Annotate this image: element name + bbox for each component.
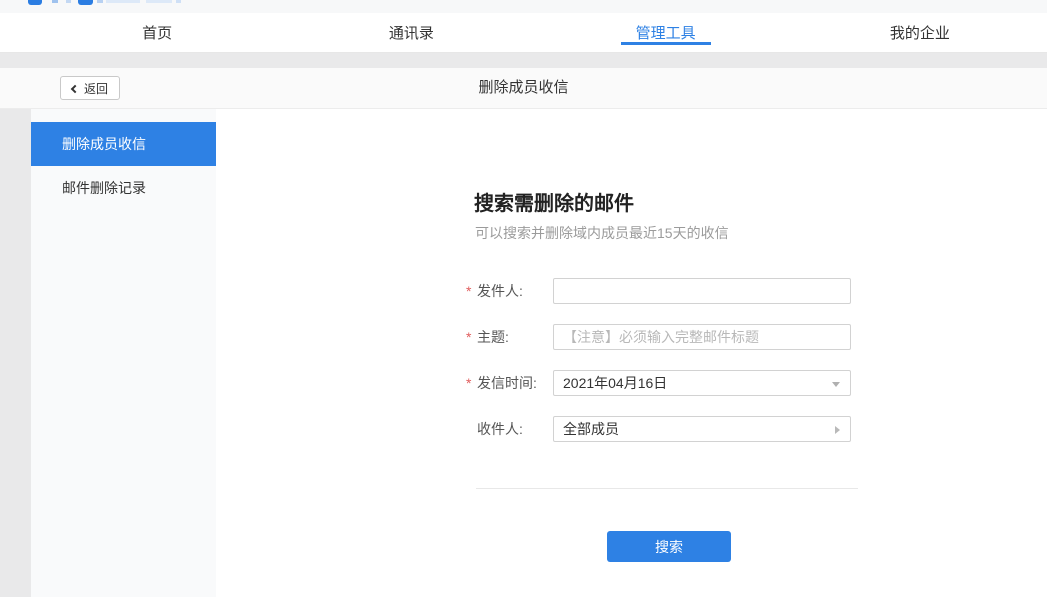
field-label-text: 收件人: [477,419,523,439]
field-label-text: 主题: [477,327,509,347]
nav-tab-label: 首页 [142,22,172,43]
sidebar-item-label: 删除成员收信 [62,136,146,152]
nav-tab-home[interactable]: 首页 [30,13,284,52]
required-marker: * [466,329,477,345]
section-gap [0,53,1047,68]
top-navigation: 首页 通讯录 管理工具 我的企业 [0,13,1047,53]
clipped-brand-strip [0,0,1047,13]
field-label-text: 发件人: [477,281,523,301]
sidebar: 删除成员收信 邮件删除记录 [31,109,216,597]
search-form: * 发件人: * 主题: [466,278,851,462]
form-row-send-date: * 发信时间: [466,370,851,396]
logo-fragment-icon [97,0,103,3]
active-tab-underline [621,42,711,45]
subject-input[interactable] [554,325,850,349]
nav-tab-label: 我的企业 [890,22,950,43]
caret-down-icon[interactable] [832,382,840,387]
nav-tab-label: 通讯录 [389,22,434,43]
subject-input-box [553,324,851,350]
field-label: 收件人: [466,419,553,439]
required-marker: * [466,283,477,299]
search-button[interactable]: 搜索 [607,531,731,562]
app-window: 首页 通讯录 管理工具 我的企业 返回 删除成员收信 删除成员收信 [0,0,1047,597]
section-subtitle: 可以搜索并删除域内成员最近15天的收信 [475,223,729,243]
sender-input[interactable] [554,279,850,303]
logo-fragment-icon [176,0,181,3]
nav-tab-label: 管理工具 [636,22,696,43]
field-label: * 发信时间: [466,373,553,393]
main-content: 搜索需删除的邮件 可以搜索并删除域内成员最近15天的收信 * 发件人: * 主题… [216,109,1047,597]
recipient-picker[interactable] [553,416,851,442]
section-heading: 搜索需删除的邮件 [474,187,634,216]
body-area: 删除成员收信 邮件删除记录 搜索需删除的邮件 可以搜索并删除域内成员最近15天的… [0,109,1047,597]
back-button[interactable]: 返回 [60,76,120,100]
nav-tab-contacts[interactable]: 通讯录 [284,13,538,52]
page-title: 删除成员收信 [0,68,1047,108]
logo-fragment-icon [28,0,42,5]
logo-fragment-icon [78,0,93,5]
recipient-value[interactable] [554,417,850,441]
required-marker: * [466,375,477,391]
sidebar-item-deletion-records[interactable]: 邮件删除记录 [31,166,216,210]
form-divider [476,488,858,489]
send-date-value[interactable] [554,371,850,395]
chevron-left-icon [71,84,79,92]
caret-right-icon[interactable] [835,426,840,434]
send-date-select[interactable] [553,370,851,396]
sidebar-item-delete-member-mail[interactable]: 删除成员收信 [31,122,216,166]
sidebar-item-label: 邮件删除记录 [62,180,146,196]
page-subheader: 返回 删除成员收信 [0,68,1047,109]
logo-fragment-icon [66,0,71,3]
logo-fragment-icon [106,0,140,3]
form-row-sender: * 发件人: [466,278,851,304]
form-row-subject: * 主题: [466,324,851,350]
form-row-recipient: 收件人: [466,416,851,442]
logo-fragment-icon [146,0,172,3]
logo-fragment-icon [52,0,58,3]
nav-tab-admin-tools[interactable]: 管理工具 [539,13,793,52]
field-label: * 发件人: [466,281,553,301]
back-button-label: 返回 [84,80,108,97]
field-label: * 主题: [466,327,553,347]
left-gutter [0,109,31,597]
field-label-text: 发信时间: [477,373,537,393]
nav-tab-my-enterprise[interactable]: 我的企业 [793,13,1047,52]
sender-input-box [553,278,851,304]
